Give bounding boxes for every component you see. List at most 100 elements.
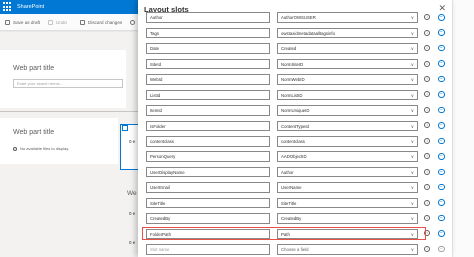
- remove-slot-icon[interactable]: −: [438, 199, 445, 206]
- remove-slot-icon[interactable]: −: [438, 183, 445, 191]
- chevron-down-icon: ∨: [410, 61, 414, 67]
- remove-slot-icon[interactable]: −: [438, 44, 445, 52]
- slot-name-input[interactable]: UserDisplayName: [146, 166, 270, 178]
- slot-name-input[interactable]: Tags: [146, 27, 270, 39]
- chevron-down-icon: ∨: [410, 123, 414, 129]
- slot-name-input[interactable]: WebId: [146, 74, 270, 85]
- remove-slot-icon[interactable]: −: [438, 75, 445, 83]
- remove-slot-icon[interactable]: −: [438, 153, 445, 160]
- slot-name-input[interactable]: Date: [146, 43, 270, 54]
- slot-name-input[interactable]: Slot name: [146, 244, 270, 255]
- undo-button[interactable]: Undo: [48, 14, 67, 31]
- remove-slot-icon[interactable]: −: [438, 14, 445, 21]
- undo-icon: [48, 20, 53, 25]
- slot-name-input[interactable]: UserEmail: [146, 182, 270, 193]
- save-draft-label: Save as draft: [13, 20, 41, 25]
- info-icon[interactable]: i: [424, 91, 430, 98]
- info-icon[interactable]: i: [424, 199, 430, 206]
- field-dropdown[interactable]: Choose a field ∨: [277, 244, 418, 255]
- web-part-title-3: We: [127, 190, 137, 197]
- slot-row: UserEmail UserName ∨ i −: [138, 181, 452, 194]
- field-dropdown[interactable]: NormListID ∨: [277, 89, 418, 101]
- field-dropdown[interactable]: NormSiteID ∨: [277, 58, 418, 70]
- remove-slot-icon[interactable]: −: [438, 230, 445, 237]
- app-launcher-icon[interactable]: [3, 2, 13, 12]
- chevron-down-icon: ∨: [410, 169, 414, 175]
- remove-slot-icon[interactable]: −: [438, 245, 445, 253]
- field-dropdown-value: contentclass: [281, 138, 305, 144]
- field-dropdown[interactable]: UserName ∨: [277, 182, 418, 193]
- more-icon[interactable]: [130, 14, 138, 31]
- slot-row: UserDisplayName Author ∨ i −: [138, 166, 452, 179]
- remove-slot-icon[interactable]: −: [438, 29, 445, 36]
- slot-name-input[interactable]: PersonQuery: [146, 151, 270, 163]
- info-icon[interactable]: i: [424, 137, 430, 144]
- page-scroll-area: [452, 0, 474, 257]
- chevron-down-icon: ∨: [410, 200, 414, 206]
- field-dropdown[interactable]: owstaxidmetadataalltagsinfo ∨: [277, 27, 418, 39]
- remove-slot-icon[interactable]: −: [438, 122, 445, 129]
- slot-row: SiteTitle SiteTitle ∨ i −: [138, 196, 452, 209]
- page-canvas: Web part title Enter your search terms..…: [0, 32, 140, 257]
- field-dropdown[interactable]: AuthorOWSUSER ∨: [277, 12, 418, 23]
- edit-web-part-icon[interactable]: [122, 125, 128, 131]
- slot-row: ListId NormListID ∨ i −: [138, 88, 452, 101]
- slot-name-input[interactable]: CreatedBy: [146, 213, 270, 224]
- field-dropdown[interactable]: contentclass ∨: [277, 135, 418, 147]
- slot-row: PersonQuery AADObjectID ∨ i −: [138, 150, 452, 163]
- slot-row: FolderPath Path ∨ i −: [138, 227, 452, 241]
- slot-name-input[interactable]: SiteTitle: [146, 197, 270, 209]
- slot-row: Author AuthorOWSUSER ∨ i −: [138, 11, 452, 24]
- info-icon[interactable]: i: [424, 60, 430, 67]
- slot-name-input[interactable]: ItemId: [146, 105, 270, 116]
- chevron-down-icon: ∨: [410, 247, 414, 253]
- field-dropdown[interactable]: NormUniqueID ∨: [277, 105, 418, 116]
- suite-title[interactable]: SharePoint: [17, 2, 44, 12]
- discard-label: Discard changes: [88, 20, 123, 25]
- slot-name-input[interactable]: SiteId: [146, 58, 270, 70]
- field-dropdown[interactable]: Path ∨: [277, 228, 418, 240]
- slot-name-input[interactable]: contentclass: [146, 135, 270, 147]
- info-icon[interactable]: i: [424, 230, 430, 237]
- info-icon[interactable]: i: [424, 153, 430, 160]
- slot-name-input[interactable]: IsFolder: [146, 120, 270, 132]
- field-dropdown[interactable]: ContentTypeId ∨: [277, 120, 418, 132]
- info-icon[interactable]: i: [424, 184, 430, 191]
- save-icon: [5, 20, 10, 25]
- info-icon[interactable]: i: [424, 245, 430, 252]
- info-icon[interactable]: i: [424, 122, 430, 129]
- no-results-message: No available files to display.: [13, 146, 69, 151]
- remove-slot-icon[interactable]: −: [438, 91, 445, 98]
- info-icon[interactable]: i: [424, 45, 430, 52]
- info-icon[interactable]: i: [424, 106, 430, 113]
- remove-slot-icon[interactable]: −: [438, 214, 445, 222]
- remove-slot-icon[interactable]: −: [438, 137, 445, 145]
- slot-row: ItemId NormUniqueID ∨ i −: [138, 104, 452, 117]
- search-input[interactable]: Enter your search terms...: [13, 79, 123, 88]
- field-dropdown[interactable]: Author ∨: [277, 166, 418, 178]
- field-dropdown[interactable]: Created ∨: [277, 43, 418, 54]
- remove-slot-icon[interactable]: −: [438, 60, 445, 67]
- info-icon[interactable]: i: [424, 29, 430, 36]
- field-dropdown-value: owstaxidmetadataalltagsinfo: [281, 30, 335, 36]
- slot-row: Tags owstaxidmetadataalltagsinfo ∨ i −: [138, 26, 452, 39]
- chevron-down-icon: ∨: [410, 231, 414, 237]
- field-dropdown[interactable]: CreatedBy ∨: [277, 213, 418, 224]
- info-icon[interactable]: i: [424, 14, 430, 21]
- field-dropdown[interactable]: SiteTitle ∨: [277, 197, 418, 209]
- field-dropdown-value: NormListID: [281, 92, 303, 98]
- info-icon[interactable]: i: [424, 215, 430, 222]
- discard-changes-button[interactable]: Discard changes: [80, 14, 122, 31]
- field-dropdown[interactable]: AADObjectID ∨: [277, 151, 418, 163]
- field-dropdown-value: CreatedBy: [281, 216, 302, 222]
- slot-name-input[interactable]: Author: [146, 12, 270, 23]
- remove-slot-icon[interactable]: −: [438, 168, 445, 175]
- slot-name-input[interactable]: ListId: [146, 89, 270, 101]
- slot-name-input[interactable]: FolderPath: [146, 228, 270, 240]
- field-dropdown-value: UserName: [281, 185, 302, 191]
- field-dropdown[interactable]: NormWebID ∨: [277, 74, 418, 85]
- info-icon[interactable]: i: [424, 168, 430, 175]
- info-icon[interactable]: i: [424, 75, 430, 82]
- remove-slot-icon[interactable]: −: [438, 106, 445, 114]
- save-draft-button[interactable]: Save as draft: [5, 14, 40, 31]
